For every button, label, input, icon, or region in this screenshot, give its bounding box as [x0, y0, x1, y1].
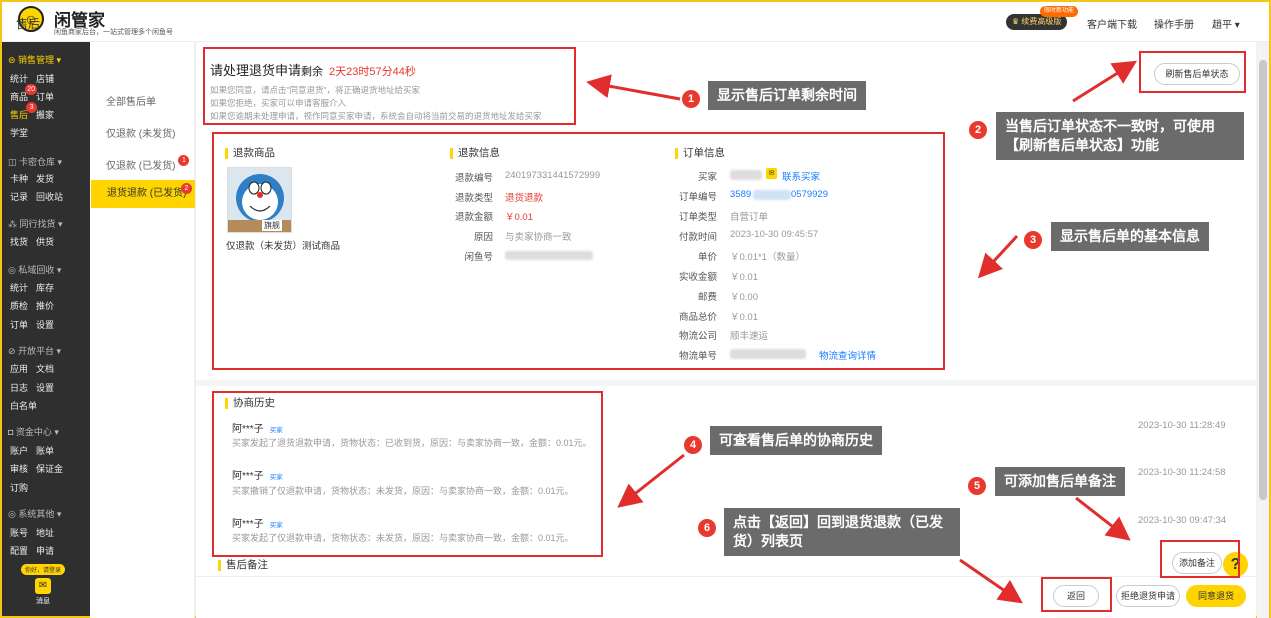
callout-6: 点击【返回】回到退货退款（已发货）列表页 [724, 508, 960, 556]
callout-number-6: 6 [698, 519, 716, 537]
callout-number-1: 1 [682, 90, 700, 108]
arrow-4 [617, 453, 685, 508]
callout-2: 当售后订单状态不一致时，可使用【刷新售后单状态】功能 [996, 112, 1244, 160]
callout-4: 可查看售后单的协商历史 [710, 426, 882, 455]
arrow-1 [586, 74, 681, 101]
callout-number-3: 3 [1024, 231, 1042, 249]
callout-number-2: 2 [969, 121, 987, 139]
callout-1: 显示售后订单剩余时间 [708, 81, 866, 110]
annotation-arrows [586, 60, 1138, 604]
callout-5: 可添加售后单备注 [995, 467, 1125, 496]
arrow-3 [977, 234, 1019, 279]
callout-3: 显示售后单的基本信息 [1051, 222, 1209, 251]
arrow-5 [1075, 496, 1131, 541]
callout-number-5: 5 [968, 477, 986, 495]
arrow-6 [959, 558, 1023, 604]
callout-number-4: 4 [684, 436, 702, 454]
arrow-2 [1072, 60, 1138, 103]
